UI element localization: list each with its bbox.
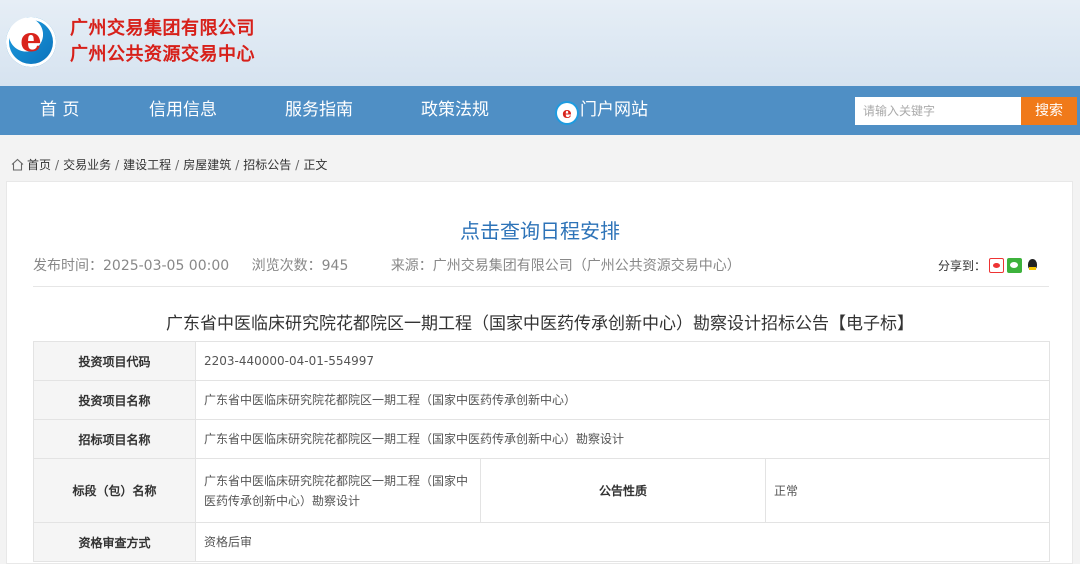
breadcrumb-trading[interactable]: 交易业务: [63, 158, 111, 172]
table-value: 广东省中医临床研究院花都院区一期工程（国家中医药传承创新中心）勘察设计: [195, 419, 1050, 459]
nav-item-credit-info[interactable]: 信用信息: [149, 86, 217, 135]
breadcrumb: 首页 / 交易业务 / 建设工程 / 房屋建筑 / 招标公告 / 正文: [11, 157, 327, 173]
breadcrumb-construction[interactable]: 建设工程: [123, 158, 171, 172]
table-value: 正常: [765, 458, 1050, 523]
breadcrumb-home[interactable]: 首页: [27, 158, 51, 172]
table-row: 标段（包）名称 广东省中医临床研究院花都院区一期工程（国家中医药传承创新中心）勘…: [33, 458, 1050, 523]
schedule-query-link[interactable]: 点击查询日程安排: [0, 215, 1080, 244]
table-row: 招标项目名称 广东省中医临床研究院花都院区一期工程（国家中医药传承创新中心）勘察…: [33, 419, 1050, 459]
share-bar: 分享到：: [938, 257, 1041, 274]
table-label: 资格审查方式: [33, 522, 196, 562]
view-count: 浏览次数：945: [251, 258, 349, 274]
nav-item-portal-label: 门户网站: [580, 100, 648, 120]
table-value: 广东省中医临床研究院花都院区一期工程（国家中医药传承创新中心）: [195, 380, 1050, 420]
publish-time: 发布时间：2025-03-05 00:00: [33, 258, 230, 274]
table-row: 投资项目名称 广东省中医临床研究院花都院区一期工程（国家中医药传承创新中心）: [33, 380, 1050, 420]
table-label: 标段（包）名称: [33, 458, 196, 523]
table-label: 招标项目名称: [33, 419, 196, 459]
breadcrumb-building[interactable]: 房屋建筑: [183, 158, 231, 172]
table-label: 公告性质: [480, 458, 766, 523]
table-value: 资格后审: [195, 522, 1050, 562]
org-names: 广州交易集团有限公司 广州公共资源交易中心: [70, 16, 255, 68]
org-name-line1: 广州交易集团有限公司: [70, 18, 255, 39]
article-meta: 发布时间：2025-03-05 00:00 浏览次数：945 来源：广州交易集团…: [33, 255, 759, 275]
logo-e-glyph: e: [20, 20, 42, 60]
table-row: 投资项目代码 2203-440000-04-01-554997: [33, 341, 1050, 381]
breadcrumb-tender-notice[interactable]: 招标公告: [243, 158, 291, 172]
breadcrumb-separator: /: [295, 158, 300, 172]
table-label: 投资项目代码: [33, 341, 196, 381]
top-banner: e 广州交易集团有限公司 广州公共资源交易中心: [0, 0, 1080, 86]
home-icon: [11, 158, 24, 171]
nav-item-policy[interactable]: 政策法规: [421, 86, 489, 135]
breadcrumb-separator: /: [115, 158, 120, 172]
share-label: 分享到：: [938, 259, 987, 273]
site-logo[interactable]: e: [6, 17, 56, 67]
tender-info-table: 投资项目代码 2203-440000-04-01-554997 投资项目名称 广…: [33, 341, 1050, 562]
breadcrumb-current: 正文: [303, 158, 328, 172]
table-value: 广东省中医临床研究院花都院区一期工程（国家中医药传承创新中心）勘察设计: [195, 458, 481, 523]
table-value: 2203-440000-04-01-554997: [195, 341, 1050, 381]
portal-e-icon: e: [557, 103, 577, 123]
table-row: 资格审查方式 资格后审: [33, 522, 1050, 562]
search-button[interactable]: 搜索: [1021, 97, 1077, 125]
breadcrumb-separator: /: [235, 158, 240, 172]
weibo-share-icon[interactable]: [989, 258, 1005, 273]
article-source: 来源：广州交易集团有限公司（广州公共资源交易中心）: [390, 258, 741, 274]
org-name-line2: 广州公共资源交易中心: [70, 44, 255, 65]
wechat-share-icon[interactable]: [1007, 258, 1023, 273]
nav-item-home[interactable]: 首 页: [40, 86, 79, 135]
search-input[interactable]: [855, 97, 1021, 125]
nav-item-service-guide[interactable]: 服务指南: [285, 86, 353, 135]
breadcrumb-separator: /: [175, 158, 180, 172]
qq-share-icon[interactable]: [1025, 258, 1041, 273]
nav-item-portal[interactable]: e 门户网站: [557, 86, 648, 135]
table-label: 投资项目名称: [33, 380, 196, 420]
notice-title: 广东省中医临床研究院花都院区一期工程（国家中医药传承创新中心）勘察设计招标公告【…: [166, 314, 914, 334]
meta-divider: [33, 286, 1049, 287]
breadcrumb-separator: /: [55, 158, 60, 172]
